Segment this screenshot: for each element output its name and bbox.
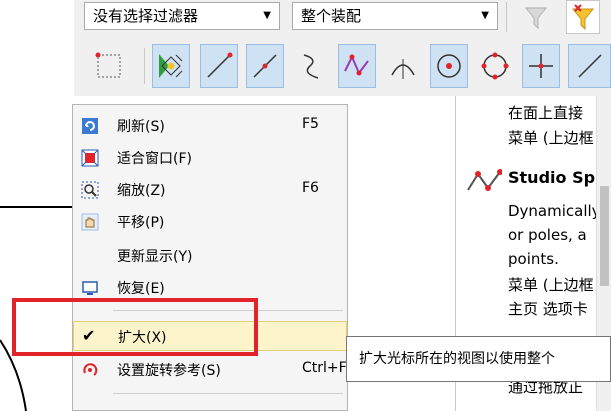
top-toolbar: 没有选择过滤器 ▼ 整个装配 ▼ ▼ bbox=[74, 0, 611, 96]
help-topic-title: Studio Spl bbox=[508, 168, 601, 187]
selection-scope-value: 整个装配 bbox=[301, 7, 362, 25]
selection-scope-dropdown[interactable]: 整个装配 ▼ bbox=[292, 2, 498, 30]
scrollbar-thumb[interactable] bbox=[600, 186, 609, 286]
menu-item-shortcut: F6 bbox=[302, 180, 319, 196]
menu-item-update-display[interactable]: 更新显示(Y) bbox=[73, 241, 347, 271]
context-menu: 刷新(S) F5 适合窗口(F) 缩放(Z) F6 平移(P) 更新显示(Y) … bbox=[72, 104, 356, 411]
menu-item-label: 设置旋转参考(S) bbox=[117, 363, 221, 379]
help-line: Dynamically bbox=[508, 202, 601, 220]
fit-window-icon bbox=[81, 149, 99, 167]
zoom-icon bbox=[81, 181, 99, 199]
arc-center-icon[interactable] bbox=[430, 44, 468, 88]
point-on-curve-icon[interactable] bbox=[568, 44, 611, 88]
menu-item-set-rotation-reference[interactable]: 设置旋转参考(S) Ctrl+F2 bbox=[73, 355, 356, 385]
end-point-icon[interactable] bbox=[200, 44, 238, 88]
intersection-point-icon[interactable] bbox=[522, 44, 560, 88]
tooltip: 扩大光标所在的视图以使用整个 bbox=[346, 336, 611, 382]
help-line: 在面上直接 bbox=[508, 104, 584, 122]
menu-item-fit-window[interactable]: 适合窗口(F) bbox=[73, 143, 347, 173]
menu-item-pan[interactable]: 平移(P) bbox=[73, 207, 347, 237]
rotation-reference-icon bbox=[83, 363, 98, 376]
menu-item-shortcut: F5 bbox=[302, 116, 319, 132]
help-line: 主页 选项卡 bbox=[508, 300, 588, 318]
rectangle-select-icon[interactable]: ▼ bbox=[82, 44, 136, 88]
menu-item-label: 恢复(E) bbox=[117, 281, 165, 297]
quadrant-point-icon[interactable] bbox=[476, 44, 514, 88]
selection-filter-dropdown[interactable]: 没有选择过滤器 ▼ bbox=[84, 2, 280, 30]
help-line: 菜单 (上边框 bbox=[508, 129, 594, 147]
menu-item-label: 刷新(S) bbox=[117, 119, 165, 135]
control-point-icon[interactable] bbox=[292, 44, 330, 88]
menu-item-zoom[interactable]: 缩放(Z) F6 bbox=[73, 175, 347, 205]
menu-item-label: 缩放(Z) bbox=[117, 183, 166, 199]
help-line: points. bbox=[508, 250, 559, 268]
restore-icon bbox=[82, 281, 98, 295]
help-line: or poles, a bbox=[508, 226, 587, 244]
chevron-down-icon: ▼ bbox=[481, 10, 489, 21]
filter-icon[interactable] bbox=[566, 0, 600, 34]
snap-point-icon[interactable] bbox=[152, 44, 190, 88]
selection-filter-value: 没有选择过滤器 bbox=[93, 7, 199, 25]
menu-item-label: 更新显示(Y) bbox=[117, 249, 193, 265]
help-line: 菜单 (上边框 bbox=[508, 276, 594, 294]
spline-point-icon[interactable] bbox=[338, 44, 376, 88]
chevron-down-icon: ▼ bbox=[263, 10, 271, 21]
mid-point-icon[interactable] bbox=[246, 44, 284, 88]
studio-spline-icon bbox=[467, 169, 502, 191]
pan-hand-icon bbox=[81, 213, 99, 231]
menu-item-label: 适合窗口(F) bbox=[117, 151, 192, 167]
menu-item-label: 平移(P) bbox=[117, 215, 165, 231]
filter-disabled-icon[interactable] bbox=[520, 2, 554, 32]
menu-separator bbox=[113, 393, 343, 394]
sketch-line bbox=[0, 206, 74, 208]
menu-item-refresh[interactable]: 刷新(S) F5 bbox=[73, 111, 347, 141]
tangent-point-icon[interactable] bbox=[384, 44, 422, 88]
annotation-highlight-box bbox=[12, 298, 258, 356]
refresh-icon bbox=[82, 118, 98, 134]
